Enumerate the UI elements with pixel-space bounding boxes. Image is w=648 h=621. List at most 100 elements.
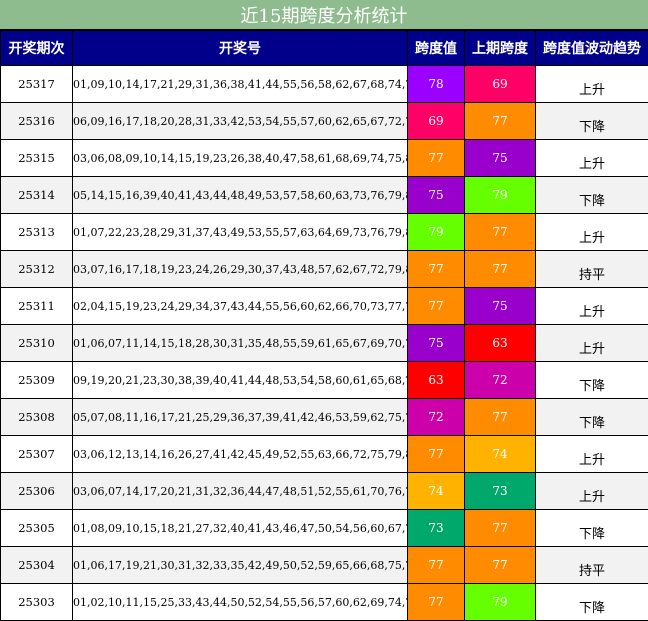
prev-span-cell: 77 [465,510,536,547]
numbers-cell: 01,09,10,14,17,21,29,31,36,38,41,44,55,5… [73,66,408,103]
period-cell: 25317 [1,66,73,103]
span-cell: 77 [408,140,465,177]
prev-span-cell: 75 [465,288,536,325]
table-body: 2531701,09,10,14,17,21,29,31,36,38,41,44… [1,66,648,621]
numbers-cell: 03,06,08,09,10,14,15,19,23,26,38,40,47,5… [73,140,408,177]
table-row: 2531503,06,08,09,10,14,15,19,23,26,38,40… [1,140,648,177]
prev-span-cell: 73 [465,473,536,510]
period-cell: 25307 [1,436,73,473]
period-cell: 25314 [1,177,73,214]
numbers-cell: 01,07,22,23,28,29,31,37,43,49,53,55,57,6… [73,214,408,251]
table-row: 2530301,02,10,11,15,25,33,43,44,50,52,54… [1,584,648,621]
period-cell: 25312 [1,251,73,288]
period-cell: 25311 [1,288,73,325]
span-cell: 75 [408,325,465,362]
numbers-cell: 03,06,07,14,17,20,21,31,32,36,44,47,48,5… [73,473,408,510]
span-cell: 79 [408,214,465,251]
trend-cell: 上升 [536,214,648,251]
numbers-cell: 09,19,20,21,23,30,38,39,40,41,44,48,53,5… [73,362,408,399]
numbers-cell: 01,06,07,11,14,15,18,28,30,31,35,48,55,5… [73,325,408,362]
header-prev-span: 上期跨度 [465,31,536,66]
table-row: 2530603,06,07,14,17,20,21,31,32,36,44,47… [1,473,648,510]
period-cell: 25316 [1,103,73,140]
span-cell: 75 [408,177,465,214]
table-row: 2531203,07,16,17,18,19,23,24,26,29,30,37… [1,251,648,288]
span-table: 开奖期次 开奖号 跨度值 上期跨度 跨度值波动趋势 2531701,09,10,… [0,30,648,621]
numbers-cell: 05,14,15,16,39,40,41,43,44,48,49,53,57,5… [73,177,408,214]
trend-cell: 下降 [536,103,648,140]
period-cell: 25306 [1,473,73,510]
trend-cell: 上升 [536,325,648,362]
trend-cell: 持平 [536,547,648,584]
span-cell: 69 [408,103,465,140]
prev-span-cell: 72 [465,362,536,399]
trend-cell: 下降 [536,177,648,214]
trend-cell: 下降 [536,510,648,547]
table-row: 2531102,04,15,19,23,24,29,34,37,43,44,55… [1,288,648,325]
numbers-cell: 01,06,17,19,21,30,31,32,33,35,42,49,50,5… [73,547,408,584]
period-cell: 25303 [1,584,73,621]
prev-span-cell: 77 [465,547,536,584]
trend-cell: 上升 [536,140,648,177]
table-row: 2530703,06,12,13,14,16,26,27,41,42,45,49… [1,436,648,473]
prev-span-cell: 69 [465,66,536,103]
trend-cell: 下降 [536,584,648,621]
numbers-cell: 02,04,15,19,23,24,29,34,37,43,44,55,56,6… [73,288,408,325]
span-cell: 72 [408,399,465,436]
numbers-cell: 05,07,08,11,16,17,21,25,29,36,37,39,41,4… [73,399,408,436]
span-cell: 77 [408,547,465,584]
header-span: 跨度值 [408,31,465,66]
period-cell: 25315 [1,140,73,177]
prev-span-cell: 79 [465,584,536,621]
prev-span-cell: 77 [465,399,536,436]
table-row: 2531606,09,16,17,18,20,28,31,33,42,53,54… [1,103,648,140]
span-cell: 78 [408,66,465,103]
table-row: 2530501,08,09,10,15,18,21,27,32,40,41,43… [1,510,648,547]
period-cell: 25308 [1,399,73,436]
page-title: 近15期跨度分析统计 [0,0,648,30]
header-numbers: 开奖号 [73,31,408,66]
numbers-cell: 01,02,10,11,15,25,33,43,44,50,52,54,55,5… [73,584,408,621]
prev-span-cell: 75 [465,140,536,177]
period-cell: 25304 [1,547,73,584]
span-analysis-panel: 近15期跨度分析统计 开奖期次 开奖号 跨度值 上期跨度 跨度值波动趋势 253… [0,0,648,560]
prev-span-cell: 79 [465,177,536,214]
numbers-cell: 06,09,16,17,18,20,28,31,33,42,53,54,55,5… [73,103,408,140]
span-cell: 77 [408,436,465,473]
header-row: 开奖期次 开奖号 跨度值 上期跨度 跨度值波动趋势 [1,31,648,66]
span-cell: 73 [408,510,465,547]
trend-cell: 下降 [536,362,648,399]
prev-span-cell: 77 [465,251,536,288]
table-row: 2530909,19,20,21,23,30,38,39,40,41,44,48… [1,362,648,399]
period-cell: 25313 [1,214,73,251]
span-cell: 63 [408,362,465,399]
table-row: 2530805,07,08,11,16,17,21,25,29,36,37,39… [1,399,648,436]
span-cell: 74 [408,473,465,510]
numbers-cell: 03,06,12,13,14,16,26,27,41,42,45,49,52,5… [73,436,408,473]
trend-cell: 上升 [536,436,648,473]
table-row: 2530401,06,17,19,21,30,31,32,33,35,42,49… [1,547,648,584]
header-period: 开奖期次 [1,31,73,66]
prev-span-cell: 77 [465,103,536,140]
prev-span-cell: 77 [465,214,536,251]
trend-cell: 持平 [536,251,648,288]
period-cell: 25305 [1,510,73,547]
trend-cell: 上升 [536,66,648,103]
table-row: 2531301,07,22,23,28,29,31,37,43,49,53,55… [1,214,648,251]
trend-cell: 上升 [536,473,648,510]
table-row: 2531001,06,07,11,14,15,18,28,30,31,35,48… [1,325,648,362]
span-cell: 77 [408,288,465,325]
table-row: 2531405,14,15,16,39,40,41,43,44,48,49,53… [1,177,648,214]
numbers-cell: 03,07,16,17,18,19,23,24,26,29,30,37,43,4… [73,251,408,288]
span-cell: 77 [408,584,465,621]
prev-span-cell: 74 [465,436,536,473]
prev-span-cell: 63 [465,325,536,362]
numbers-cell: 01,08,09,10,15,18,21,27,32,40,41,43,46,4… [73,510,408,547]
trend-cell: 下降 [536,399,648,436]
table-row: 2531701,09,10,14,17,21,29,31,36,38,41,44… [1,66,648,103]
period-cell: 25310 [1,325,73,362]
trend-cell: 上升 [536,288,648,325]
header-trend: 跨度值波动趋势 [536,31,648,66]
period-cell: 25309 [1,362,73,399]
span-cell: 77 [408,251,465,288]
